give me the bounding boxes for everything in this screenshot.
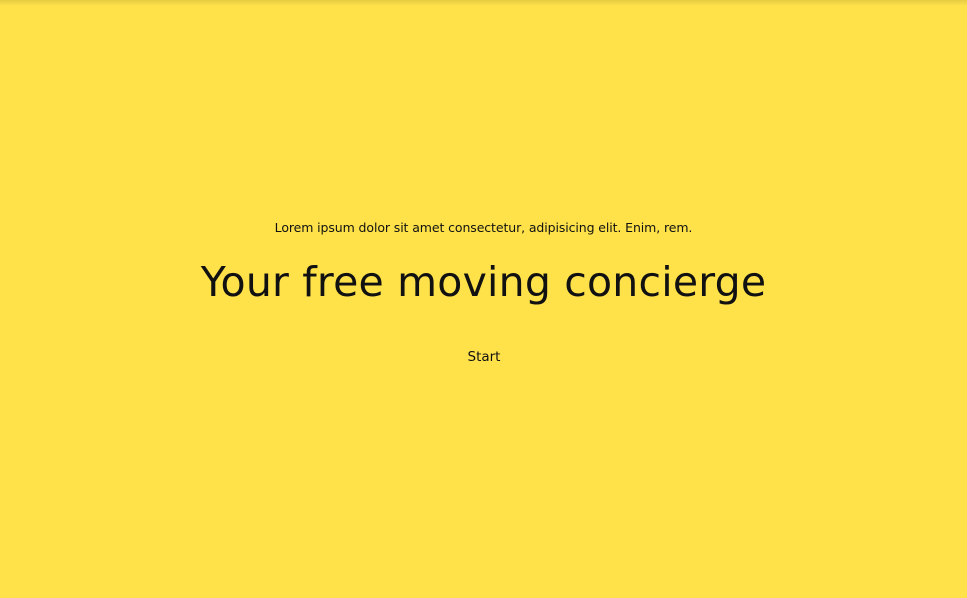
- start-button[interactable]: Start: [443, 344, 525, 370]
- hero-section: Lorem ipsum dolor sit amet consectetur, …: [0, 0, 967, 598]
- hero-tagline: Lorem ipsum dolor sit amet consectetur, …: [274, 220, 693, 235]
- hero-headline: Your free moving concierge: [200, 258, 767, 306]
